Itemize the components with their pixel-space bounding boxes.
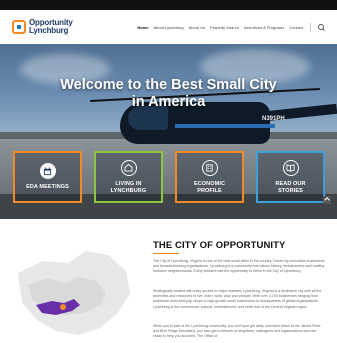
card-read-our-stories[interactable]: READ OUR STORIES bbox=[256, 151, 325, 203]
site-logo[interactable]: Opportunity Lynchburg bbox=[12, 15, 73, 39]
main-nav: Home About Lynchburg About Us Property S… bbox=[137, 22, 325, 32]
community-paragraph: When you're part of the Lynchburg commun… bbox=[153, 324, 321, 339]
helicopter-stripe bbox=[175, 124, 275, 128]
search-icon[interactable] bbox=[318, 23, 325, 31]
nav-contact[interactable]: Contact bbox=[289, 25, 303, 30]
title-underline bbox=[153, 253, 179, 254]
nav-incentives-programs[interactable]: Incentives & Programs bbox=[244, 25, 284, 30]
card-eda-meetings[interactable]: EDA MEETINGS bbox=[13, 151, 82, 203]
virginia-map-graphic bbox=[18, 251, 130, 335]
card-economic-profile[interactable]: ECONOMIC PROFILE bbox=[175, 151, 244, 203]
section-title: THE CITY OF OPPORTUNITY bbox=[153, 240, 286, 251]
calendar-icon bbox=[39, 163, 56, 179]
feature-cards: EDA MEETINGS LIVING IN LYNCHBURG ECONOMIC… bbox=[13, 151, 325, 203]
nav-about-lynchburg[interactable]: About Lynchburg bbox=[153, 25, 183, 30]
location-paragraph: Strategically located with easy access t… bbox=[153, 289, 322, 309]
site-header: Opportunity Lynchburg Home About Lynchbu… bbox=[0, 10, 337, 44]
helicopter-tail-number: N391PH bbox=[262, 116, 285, 122]
hero-title: Welcome to the Best Small City in Americ… bbox=[60, 77, 277, 110]
card-living-in-lynchburg[interactable]: LIVING IN LYNCHBURG bbox=[94, 151, 163, 203]
logo-icon bbox=[12, 20, 26, 34]
nav-property-search[interactable]: Property Search bbox=[210, 25, 239, 30]
card-label: ECONOMIC PROFILE bbox=[193, 180, 226, 194]
home-icon bbox=[120, 159, 137, 176]
intro-paragraph: The City of Lynchburg, Virginia is one o… bbox=[153, 259, 325, 274]
card-label: LIVING IN LYNCHBURG bbox=[110, 180, 147, 194]
card-label: EDA MEETINGS bbox=[26, 184, 69, 190]
building-icon bbox=[201, 159, 218, 176]
hero-banner: N391PH Welcome to the Best Small City in… bbox=[0, 44, 337, 219]
nav-about-us[interactable]: About Us bbox=[189, 25, 205, 30]
card-label: READ OUR STORIES bbox=[275, 180, 306, 194]
logo-line-2: Lynchburg bbox=[29, 26, 69, 35]
nav-home[interactable]: Home bbox=[137, 25, 148, 30]
scroll-up-icon[interactable] bbox=[323, 196, 331, 204]
nav-divider bbox=[310, 22, 311, 32]
book-icon bbox=[282, 159, 299, 176]
top-strip bbox=[0, 0, 337, 10]
